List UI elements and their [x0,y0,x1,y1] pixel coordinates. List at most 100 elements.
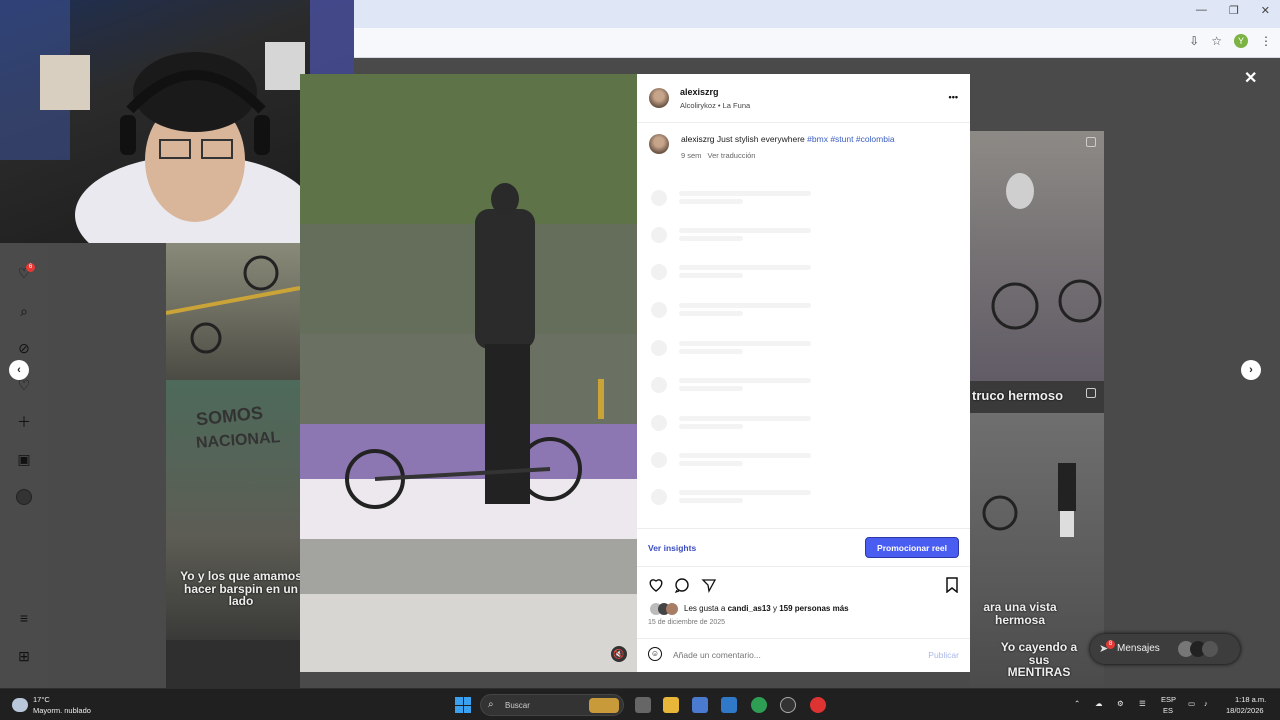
task-view-icon[interactable] [635,697,651,713]
volume-icon[interactable]: ♪ [1204,699,1208,708]
caption-username[interactable]: alexiszrg [681,134,715,144]
feed-caption-right-2: ara una vista hermosa [983,600,1057,627]
bike-thumb-icon [166,255,300,354]
screen: SOMOS NACIONAL Yo y los que amamos hacer… [0,0,1280,720]
feed-tile-left-top[interactable] [166,243,300,380]
post-age: 9 sem [681,151,702,160]
post-options-button[interactable]: ••• [949,92,958,102]
author-username[interactable]: alexiszrg [680,87,719,97]
obs-icon[interactable] [780,697,796,713]
feed-caption-left: Yo y los que amamos hacer barspin en un … [180,569,302,609]
insights-chart-icon[interactable]: ▣ [16,451,32,467]
caption: alexiszrg Just stylish everywhere #bmx #… [681,134,957,144]
mute-icon[interactable]: 🔇 [611,646,627,662]
feed-caption-right-1: truco hermoso [972,388,1064,403]
audio-location[interactable]: Alcolirykoz • La Funa [680,101,750,110]
bookmark-star-icon[interactable]: ☆ [1211,34,1222,48]
browser-toolbar: ⇩ ☆ Y ⋮ [354,28,1280,58]
search-placeholder: Buscar [505,701,530,710]
caption-avatar[interactable] [649,134,669,154]
translate-link[interactable]: Ver traducción [708,151,756,160]
author-avatar[interactable] [649,88,669,108]
feed-caption-right-3: Yo cayendo a sus MENTIRAS [1000,640,1078,680]
store-icon[interactable] [692,697,708,713]
like-heart-icon[interactable] [648,577,664,593]
search-highlight-icon [589,698,619,713]
mail-icon[interactable] [721,697,737,713]
language-code[interactable]: ESP [1161,695,1176,704]
feed-tile-right-icon-2 [1086,388,1096,398]
menu-icon[interactable]: ≡ [16,610,32,626]
previous-post-button[interactable]: ‹ [9,360,29,380]
feed-tile-right-icon [1086,137,1096,147]
weather-temp[interactable]: 17°C [33,695,50,704]
emoji-icon[interactable]: ☺ [648,647,662,661]
reel-video[interactable]: 🔇 [300,74,637,672]
feed-tile-right-top[interactable] [970,131,1104,381]
kebab-menu-icon[interactable]: ⋮ [1260,34,1272,48]
messages-pill[interactable]: ➤ 8 Mensajes [1090,634,1240,664]
actions-divider [637,566,970,567]
insights-divider [637,528,970,529]
browser-titlebar: — ❐ ✕ [354,0,1280,28]
close-window-button[interactable]: ✕ [1261,4,1270,17]
window-controls: — ❐ ✕ [1196,4,1270,17]
share-send-icon[interactable] [701,577,717,593]
tray-icon-3[interactable]: ☰ [1139,699,1146,708]
post-details-panel: alexiszrg Alcolirykoz • La Funa ••• alex… [637,74,970,672]
rider-thumb-icon [991,173,1102,330]
likes-summary: Les gusta a candi_as13 y 159 personas má… [684,604,849,613]
windows-taskbar: 17°C Mayorm. nublado ⌕ Buscar ⌃ ☁ ⚙ ☰ ES… [0,688,1280,720]
caption-text: Just stylish everywhere [716,134,805,144]
toolbar-icons: ⇩ ☆ Y ⋮ [1189,34,1272,48]
tray-chevron-icon[interactable]: ⌃ [1074,699,1080,708]
profile-button[interactable]: Y [1234,34,1248,48]
clock-date[interactable]: 18/02/2026 [1226,706,1264,715]
save-bookmark-icon[interactable] [944,577,960,593]
comment-bubble-icon[interactable] [674,577,690,593]
notification-badge: 6 [26,263,35,272]
comment-input[interactable] [673,648,903,662]
tray-icon-1[interactable]: ☁ [1095,699,1103,708]
messages-badge: 8 [1106,640,1115,649]
likes-mid: y [772,604,777,613]
ig-sidebar: ♡ 6 ⌕ ⊘ ♡ ＋ ▣ ≡ ⊞ [0,243,48,688]
apps-grid-icon[interactable]: ⊞ [16,648,32,664]
close-modal-button[interactable]: ✕ [1244,68,1257,88]
clock-time[interactable]: 1:18 a.m. [1235,695,1266,704]
weather-desc[interactable]: Mayorm. nublado [33,706,91,715]
publish-button[interactable]: Publicar [928,650,959,660]
feed-tile-left-strip[interactable] [166,640,300,688]
windows-start-icon[interactable] [455,697,471,713]
likes-prefix: Les gusta a [684,604,726,613]
profile-avatar[interactable] [16,489,32,505]
install-icon[interactable]: ⇩ [1189,34,1199,48]
caption-meta: 9 sem Ver traducción [681,151,755,160]
chrome-profile-icon[interactable] [810,697,826,713]
header-divider [637,122,970,123]
keyboard-layout[interactable]: ES [1163,706,1173,715]
likes-count[interactable]: 159 personas más [779,604,848,613]
compass-icon[interactable]: ⊘ [16,340,32,356]
search-icon: ⌕ [488,699,494,710]
comment-divider [637,638,970,639]
network-icon[interactable]: ▭ [1188,699,1195,708]
weather-icon[interactable] [12,698,28,712]
messages-avatars [1178,641,1226,657]
liked-by-user[interactable]: candi_as13 [728,604,771,613]
minimize-button[interactable]: — [1196,4,1207,17]
liked-by-avatars[interactable] [650,603,682,615]
view-insights-link[interactable]: Ver insights [648,543,696,553]
reel-video-frame [300,74,637,672]
create-plus-icon[interactable]: ＋ [16,414,32,430]
next-post-button[interactable]: › [1241,360,1261,380]
promote-reel-button[interactable]: Promocionar reel [865,537,959,558]
taskbar-search[interactable]: ⌕ Buscar [480,694,624,716]
search-icon[interactable]: ⌕ [16,303,32,319]
caption-hashtags[interactable]: #bmx #stunt #colombia [807,134,894,144]
chrome-icon[interactable] [751,697,767,713]
messages-label: Mensajes [1117,643,1160,654]
file-explorer-icon[interactable] [663,697,679,713]
tray-icon-2[interactable]: ⚙ [1117,699,1124,708]
maximize-button[interactable]: ❐ [1229,4,1239,17]
